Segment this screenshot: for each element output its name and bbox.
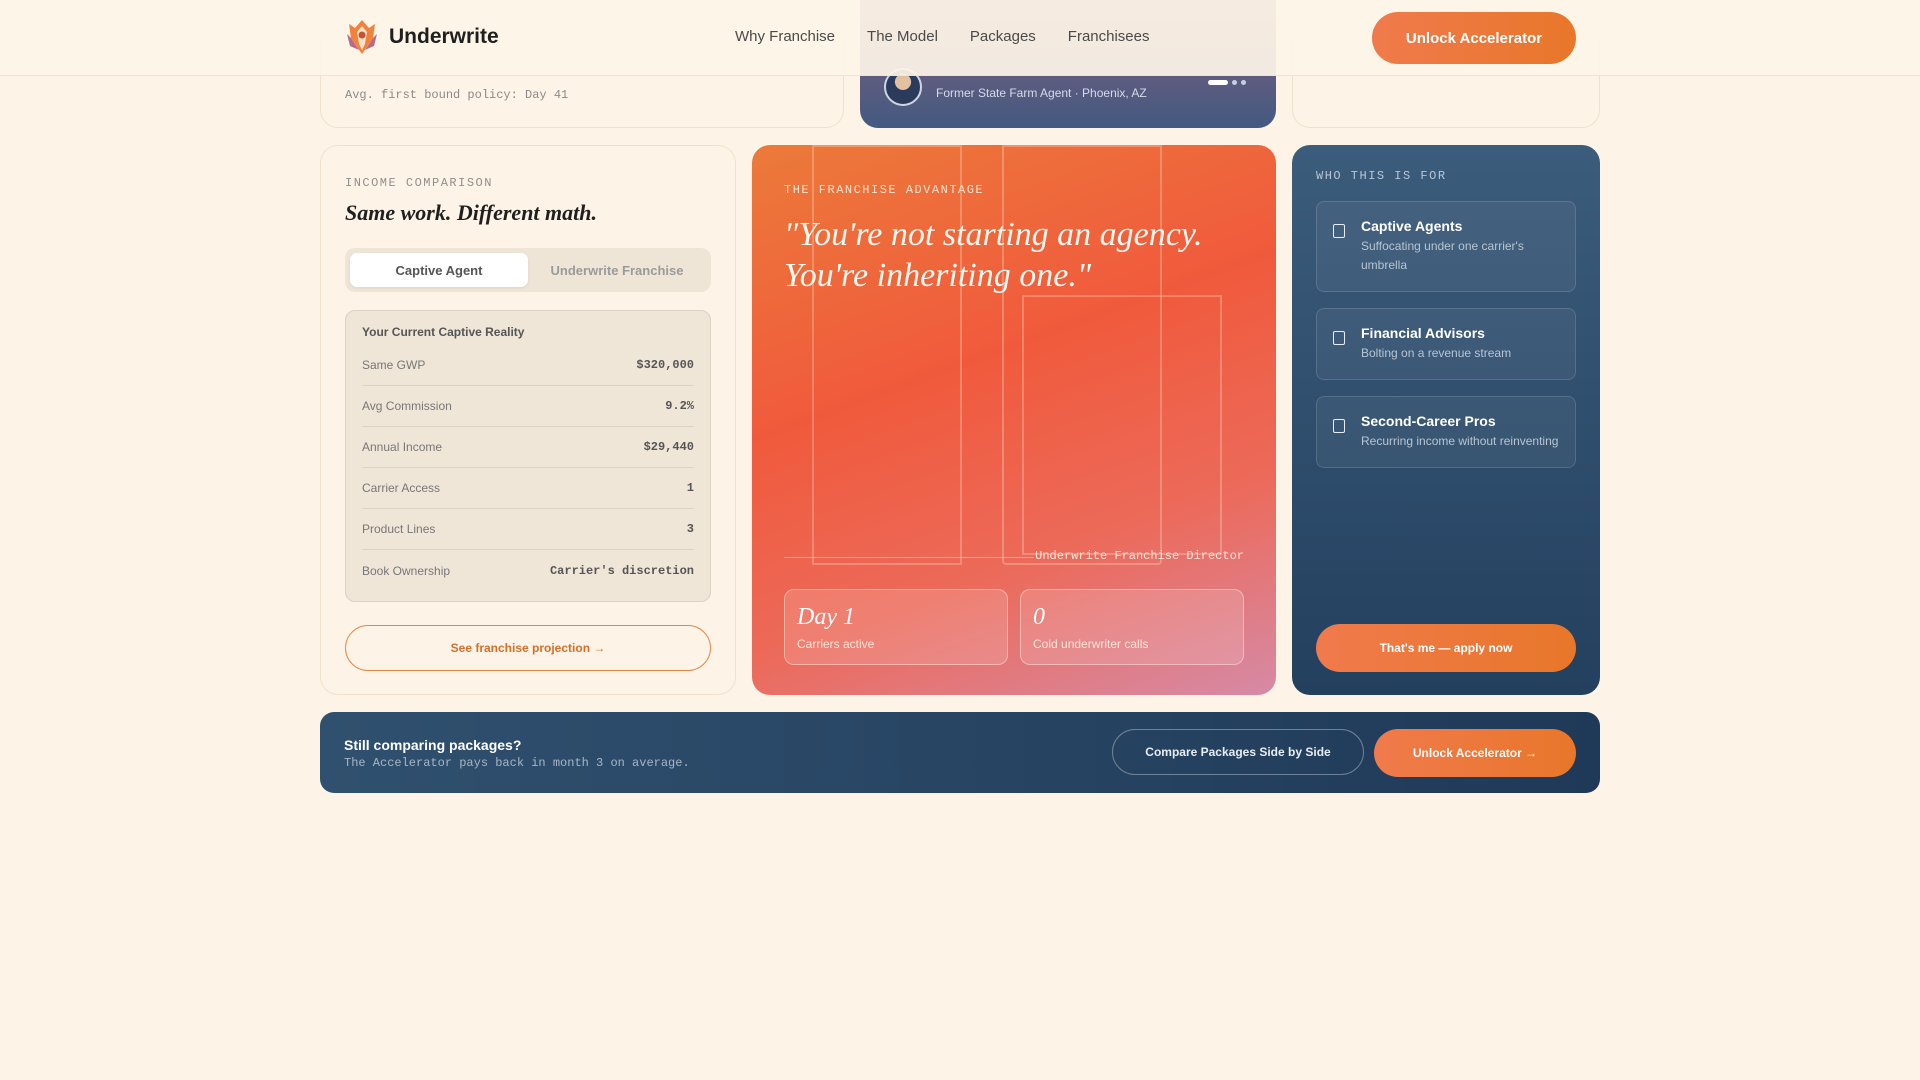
row-value: 3: [686, 522, 694, 536]
persona-desc: Suffocating under one carrier's umbrella: [1361, 239, 1524, 273]
banner-title: Still comparing packages?: [344, 737, 522, 753]
table-row: Avg Commission 9.2%: [362, 386, 694, 427]
table-row: Same GWP $320,000: [362, 345, 694, 386]
brand-logo-icon: [347, 20, 377, 54]
tab-captive-agent[interactable]: Captive Agent: [350, 253, 528, 287]
row-label: Same GWP: [362, 358, 426, 372]
stat-value: Day 1: [797, 604, 855, 630]
row-label: Annual Income: [362, 440, 443, 454]
carousel-dot-1[interactable]: [1208, 80, 1228, 85]
advantage-quote: "You're not starting an agency. You're i…: [784, 216, 1203, 294]
top-nav: Underwrite Why Franchise The Model Packa…: [0, 0, 1920, 76]
row-label: Book Ownership: [362, 563, 451, 578]
carousel-dot-3[interactable]: [1241, 80, 1246, 85]
checkbox-icon[interactable]: [1333, 331, 1345, 345]
income-eyebrow: INCOME COMPARISON: [345, 176, 493, 190]
table-row: Book Ownership Carrier's discretion: [362, 550, 694, 591]
advantage-eyebrow: THE FRANCHISE ADVANTAGE: [784, 183, 985, 197]
testimonial-role: Former State Farm Agent · Phoenix, AZ: [936, 86, 1147, 100]
nav-links: Why Franchise The Model Packages Franchi…: [735, 28, 1149, 45]
nav-link-franchisees[interactable]: Franchisees: [1068, 28, 1150, 45]
carousel-dot-2[interactable]: [1232, 80, 1237, 85]
compare-banner: Still comparing packages? The Accelerato…: [320, 712, 1600, 793]
compare-packages-button[interactable]: Compare Packages Side by Side: [1112, 729, 1364, 775]
who-eyebrow: WHO THIS IS FOR: [1316, 169, 1447, 183]
franchise-advantage-card: THE FRANCHISE ADVANTAGE "You're not star…: [752, 145, 1276, 695]
stat-cold-calls: 0 Cold underwriter calls: [1020, 589, 1244, 665]
who-this-is-for-card: WHO THIS IS FOR Captive Agents Suffocati…: [1292, 145, 1600, 695]
persona-title: Captive Agents: [1361, 218, 1463, 234]
income-toggle: Captive Agent Underwrite Franchise: [345, 248, 711, 292]
persona-title: Financial Advisors: [1361, 325, 1485, 341]
checkbox-icon[interactable]: [1333, 224, 1345, 238]
captive-reality-panel: Your Current Captive Reality Same GWP $3…: [345, 310, 711, 602]
carousel-dots: [1208, 80, 1246, 85]
row-value: 9.2%: [665, 399, 694, 413]
row-label: Carrier Access: [362, 481, 441, 495]
table-row: Carrier Access 1: [362, 468, 694, 509]
banner-subtitle: The Accelerator pays back in month 3 on …: [344, 756, 690, 770]
first-bound-policy-text: Avg. first bound policy: Day 41: [345, 88, 569, 102]
stat-carriers-active: Day 1 Carriers active: [784, 589, 1008, 665]
row-value: Carrier's discretion: [549, 563, 694, 578]
brand[interactable]: Underwrite: [345, 18, 499, 56]
brand-name: Underwrite: [389, 25, 499, 48]
persona-captive-agents[interactable]: Captive Agents Suffocating under one car…: [1316, 201, 1576, 293]
table-row: Product Lines 3: [362, 509, 694, 550]
see-franchise-projection-button[interactable]: See franchise projection →: [345, 625, 711, 671]
row-value: $29,440: [643, 440, 694, 454]
nav-link-why-franchise[interactable]: Why Franchise: [735, 28, 835, 45]
stat-label: Cold underwriter calls: [1033, 637, 1149, 651]
stat-value: 0: [1033, 604, 1045, 630]
checkbox-icon[interactable]: [1333, 419, 1345, 433]
nav-link-the-model[interactable]: The Model: [867, 28, 938, 45]
persona-title: Second-Career Pros: [1361, 413, 1496, 429]
stat-label: Carriers active: [797, 637, 875, 651]
persona-desc: Bolting on a revenue stream: [1361, 346, 1512, 360]
row-value: 1: [686, 481, 694, 495]
row-label: Avg Commission: [362, 399, 452, 413]
persona-desc: Recurring income without reinventing: [1361, 434, 1559, 448]
unlock-accelerator-button[interactable]: Unlock Accelerator: [1372, 12, 1576, 64]
persona-second-career-pros[interactable]: Second-Career Pros Recurring income with…: [1316, 396, 1576, 469]
apply-now-button[interactable]: That's me — apply now: [1316, 624, 1576, 672]
persona-financial-advisors[interactable]: Financial Advisors Bolting on a revenue …: [1316, 308, 1576, 381]
income-comparison-card: INCOME COMPARISON Same work. Different m…: [320, 145, 736, 695]
divider: [784, 557, 1034, 558]
tab-underwrite-franchise[interactable]: Underwrite Franchise: [528, 253, 706, 287]
captive-reality-title: Your Current Captive Reality: [362, 325, 525, 339]
income-title: Same work. Different math.: [345, 200, 598, 225]
nav-link-packages[interactable]: Packages: [970, 28, 1036, 45]
row-value: $320,000: [636, 358, 694, 372]
table-row: Annual Income $29,440: [362, 427, 694, 468]
quote-attribution: Underwrite Franchise Director: [1035, 549, 1244, 563]
banner-unlock-accelerator-button[interactable]: Unlock Accelerator →: [1374, 729, 1576, 777]
row-label: Product Lines: [362, 522, 436, 536]
